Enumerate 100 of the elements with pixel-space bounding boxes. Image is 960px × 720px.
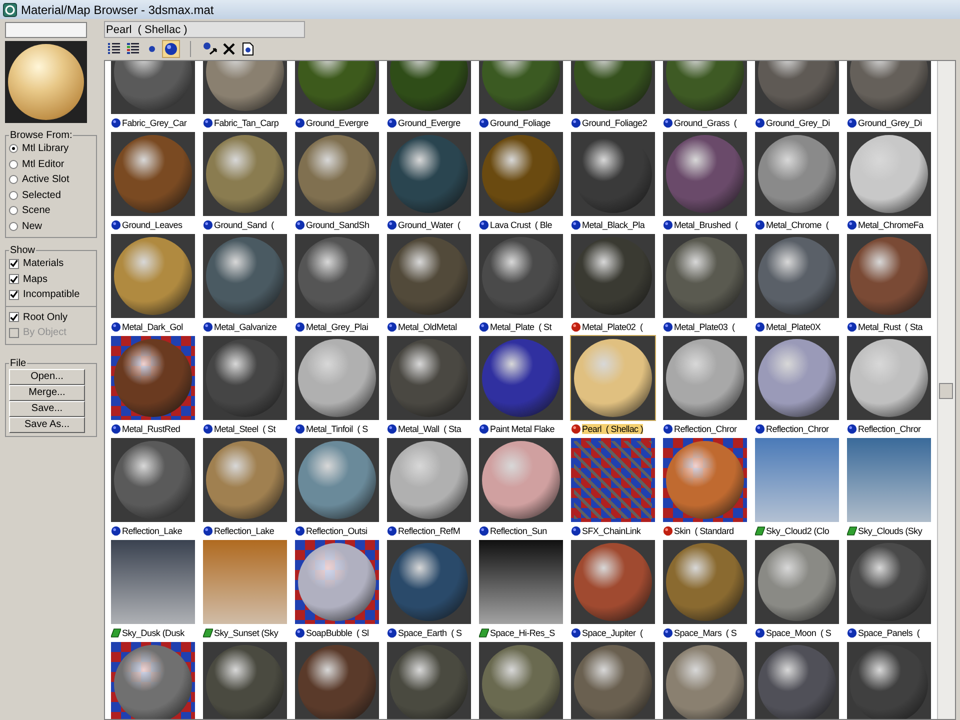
material-name[interactable]: Fabric_Grey_Car: [111, 116, 187, 130]
material-swatch[interactable]: [571, 642, 655, 719]
material-swatch[interactable]: [203, 132, 287, 216]
material-swatch[interactable]: [663, 642, 747, 719]
radio-button[interactable]: [9, 160, 18, 169]
material-name[interactable]: Sky_Dusk (Dusk: [111, 626, 184, 640]
material-name[interactable]: Metal_Chrome (: [755, 218, 829, 232]
material-swatch[interactable]: [479, 336, 563, 420]
material-name[interactable]: Reflection_Chror: [847, 422, 921, 436]
material-swatch[interactable]: [111, 642, 195, 719]
material-name[interactable]: Ground_Evergre: [387, 116, 460, 130]
material-swatch[interactable]: [755, 540, 839, 624]
material-name[interactable]: Space_Moon ( S: [755, 626, 832, 640]
material-name[interactable]: Space_Earth ( S: [387, 626, 462, 640]
material-swatch[interactable]: [203, 438, 287, 522]
material-swatch[interactable]: [203, 336, 287, 420]
material-swatch[interactable]: [387, 438, 471, 522]
material-name[interactable]: Ground_Grey_Di: [847, 116, 922, 130]
file-button[interactable]: Merge...: [9, 384, 85, 400]
material-name[interactable]: Ground_Water (: [387, 218, 460, 232]
material-name[interactable]: SFX_ChainLink: [571, 524, 641, 538]
material-swatch[interactable]: [479, 540, 563, 624]
material-swatch[interactable]: [387, 336, 471, 420]
material-name[interactable]: Reflection_Chror: [663, 422, 737, 436]
material-swatch[interactable]: [847, 642, 931, 719]
list-icons-view-icon[interactable]: [125, 41, 141, 57]
material-swatch[interactable]: [663, 234, 747, 318]
material-swatch[interactable]: [111, 540, 195, 624]
material-swatch[interactable]: [111, 132, 195, 216]
material-name[interactable]: Metal_Black_Pla: [571, 218, 645, 232]
material-name[interactable]: Reflection_Chror: [755, 422, 829, 436]
material-swatch[interactable]: [663, 336, 747, 420]
material-name[interactable]: Metal_Plate ( St: [479, 320, 552, 334]
material-swatch[interactable]: [847, 438, 931, 522]
material-name[interactable]: Reflection_Outsi: [295, 524, 368, 538]
material-name[interactable]: Paint Metal Flake: [479, 422, 554, 436]
material-name[interactable]: Metal_OldMetal: [387, 320, 457, 334]
material-name[interactable]: Metal_Grey_Plai: [295, 320, 368, 334]
list-view-icon[interactable]: [106, 41, 122, 57]
material-swatch[interactable]: [755, 234, 839, 318]
material-swatch[interactable]: [479, 642, 563, 719]
material-swatch[interactable]: [755, 438, 839, 522]
material-swatch[interactable]: [663, 540, 747, 624]
material-name[interactable]: Metal_Plate03 (: [663, 320, 735, 334]
material-name[interactable]: Sky_Cloud2 (Clo: [755, 524, 830, 538]
material-name[interactable]: Metal_RustRed: [111, 422, 180, 436]
material-swatch[interactable]: [387, 132, 471, 216]
material-swatch[interactable]: [387, 642, 471, 719]
material-name[interactable]: Metal_Wall ( Sta: [387, 422, 462, 436]
material-swatch[interactable]: [571, 336, 655, 420]
radio-button[interactable]: [9, 206, 18, 216]
material-name[interactable]: Metal_Rust ( Sta: [847, 320, 922, 334]
material-name[interactable]: SoapBubble ( Sl: [295, 626, 369, 640]
material-swatch[interactable]: [571, 234, 655, 318]
material-swatch[interactable]: [295, 234, 379, 318]
material-name[interactable]: Metal_Plate0X: [755, 320, 821, 334]
checkbox[interactable]: [9, 258, 19, 269]
material-swatch[interactable]: [847, 132, 931, 216]
material-name[interactable]: Ground_Grass (: [663, 116, 737, 130]
material-swatch[interactable]: [663, 438, 747, 522]
material-swatch[interactable]: [755, 336, 839, 420]
material-name[interactable]: Space_Hi-Res_S: [479, 626, 555, 640]
material-name[interactable]: Ground_Leaves: [111, 218, 182, 232]
material-name[interactable]: Sky_Clouds (Sky: [847, 524, 922, 538]
checkbox[interactable]: [9, 312, 19, 322]
large-sphere-icon[interactable]: [163, 41, 179, 57]
material-swatch[interactable]: [111, 438, 195, 522]
material-swatch[interactable]: [203, 540, 287, 624]
material-swatch[interactable]: [755, 642, 839, 719]
material-swatch[interactable]: [571, 132, 655, 216]
delete-icon[interactable]: [221, 41, 237, 57]
material-swatch[interactable]: [111, 234, 195, 318]
file-button[interactable]: Save...: [9, 400, 85, 416]
material-name[interactable]: Ground_Grey_Di: [755, 116, 830, 130]
material-name[interactable]: Metal_Tinfoil ( S: [295, 422, 368, 436]
radio-button[interactable]: [9, 190, 18, 200]
material-swatch[interactable]: [295, 336, 379, 420]
material-name[interactable]: Reflection_RefM: [387, 524, 460, 538]
material-name[interactable]: Space_Jupiter (: [571, 626, 643, 640]
material-swatch[interactable]: [203, 642, 287, 719]
material-swatch[interactable]: [847, 540, 931, 624]
material-name[interactable]: Ground_Sand (: [203, 218, 274, 232]
material-name[interactable]: Metal_Galvanize: [203, 320, 277, 334]
material-swatch[interactable]: [387, 234, 471, 318]
radio-button[interactable]: [9, 175, 18, 184]
material-swatch[interactable]: [571, 540, 655, 624]
material-name[interactable]: Reflection_Lake: [203, 524, 274, 538]
material-swatch[interactable]: [847, 336, 931, 420]
material-swatch[interactable]: [479, 438, 563, 522]
checkbox[interactable]: [9, 274, 19, 284]
material-swatch[interactable]: [571, 438, 655, 522]
sphere-arrow-icon[interactable]: [202, 41, 218, 57]
material-name[interactable]: Sky_Sunset (Sky: [203, 626, 278, 640]
material-swatch[interactable]: [387, 540, 471, 624]
material-swatch[interactable]: [295, 540, 379, 624]
material-swatch[interactable]: [203, 234, 287, 318]
material-name[interactable]: Reflection_Lake: [111, 524, 182, 538]
material-name[interactable]: Space_Mars ( S: [663, 626, 737, 640]
material-name[interactable]: Ground_Evergre: [295, 116, 368, 130]
material-swatch[interactable]: [755, 132, 839, 216]
